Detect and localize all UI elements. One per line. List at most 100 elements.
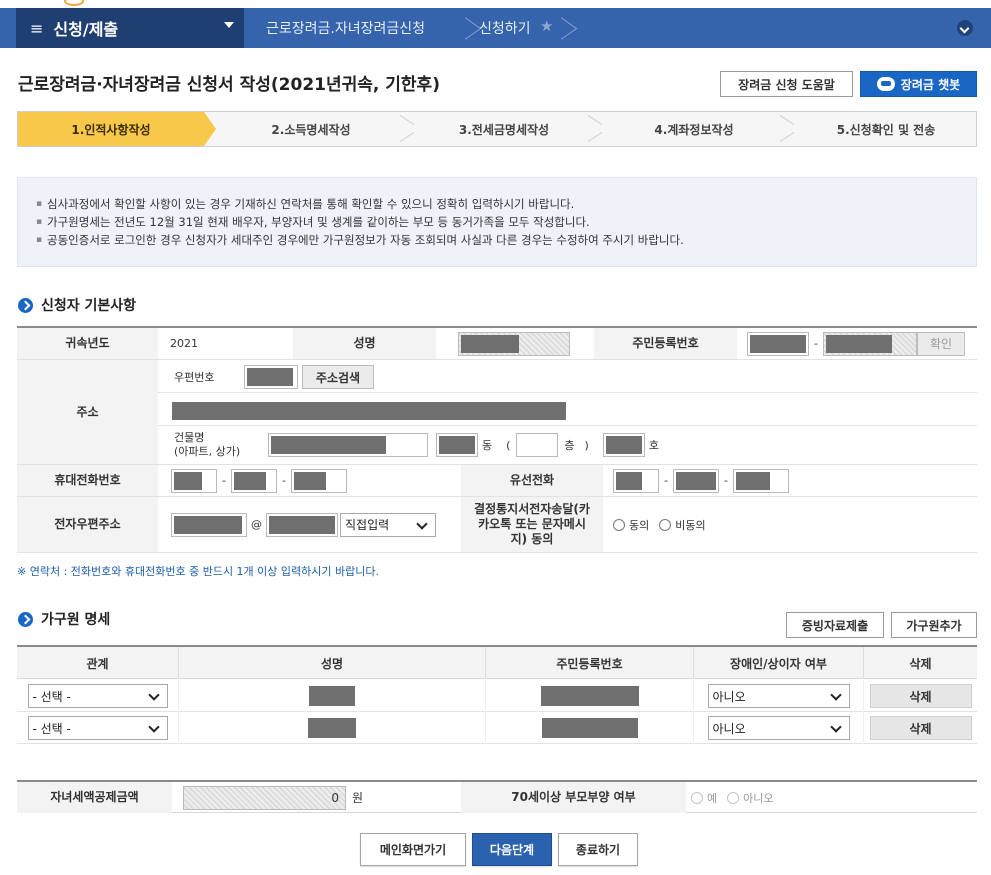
chatbot-icon xyxy=(876,77,895,91)
breadcrumb-apply[interactable]: 신청하기 xyxy=(479,8,531,48)
mobile-3-input[interactable] xyxy=(290,468,347,493)
rrn-cell: - 확인 xyxy=(747,328,967,359)
top-navigation: ≡ 신청/제출 근로장려금.자녀장려금신청 신청하기 ★ xyxy=(0,0,991,48)
parent-yes-label: 예 xyxy=(707,791,718,805)
family-name-masked xyxy=(309,686,355,706)
name-field-cell xyxy=(458,328,570,359)
main-page-button[interactable]: 메인화면가기 xyxy=(360,833,466,866)
zip-input[interactable] xyxy=(244,365,298,389)
rrn-label: 주민등록번호 xyxy=(594,328,737,359)
col-rrn: 주민등록번호 xyxy=(486,647,694,679)
year-label: 귀속년도 xyxy=(17,328,158,359)
disagree-radio[interactable] xyxy=(659,518,672,531)
name-masked xyxy=(461,334,519,353)
relation-select[interactable]: - 선택 - xyxy=(27,684,168,708)
help-button[interactable]: 장려금 신청 도움말 xyxy=(720,71,853,97)
agree-radio[interactable] xyxy=(613,518,625,531)
dash: - xyxy=(281,474,286,487)
chatbot-button[interactable]: 장려금 챗봇 xyxy=(860,71,977,97)
table-row: - 선택 - 아니오 삭제 xyxy=(17,680,977,712)
phone-2-input[interactable] xyxy=(672,468,719,493)
year-value: 2021 xyxy=(170,337,198,350)
rrn-dash: - xyxy=(814,337,818,350)
family-name-masked xyxy=(308,718,356,738)
email-row: 전자우편주소 @ 직접입력 결정통지서전자송달(카카오톡 또는 문자메시지) 동… xyxy=(17,497,977,553)
step-separator xyxy=(588,112,602,146)
disabled-select[interactable]: 아니오 xyxy=(707,716,850,740)
step-5: 5.신청확인 및 전송 xyxy=(836,122,936,137)
disabled-select[interactable]: 아니오 xyxy=(707,684,850,708)
disagree-label: 비동의 xyxy=(675,518,706,532)
notice-item: 심사과정에서 확인할 사항이 있는 경우 기재하신 연락처를 통해 확인할 수 … xyxy=(36,195,976,213)
floor-input[interactable] xyxy=(516,433,559,457)
address-search-button[interactable]: 주소검색 xyxy=(302,365,374,389)
dash: - xyxy=(222,474,226,487)
breadcrumb-apply-type[interactable]: 근로장려금.자녀장려금신청 xyxy=(266,8,425,48)
proof-submit-button[interactable]: 증빙자료제출 xyxy=(786,612,884,638)
year-row: 귀속년도 2021 성명 주민등록번호 - 확인 xyxy=(17,328,977,360)
address-label: 주소 xyxy=(17,360,158,464)
rrn-front-input[interactable] xyxy=(747,331,809,356)
rrn-back-input[interactable] xyxy=(822,331,917,356)
menu-dropdown[interactable]: ≡ 신청/제출 xyxy=(16,8,244,48)
email-domain-input[interactable] xyxy=(266,512,338,537)
col-relation: 관계 xyxy=(17,647,179,679)
ho-input[interactable] xyxy=(602,433,645,457)
ho-label: 호 xyxy=(648,439,659,452)
mobile-1-input[interactable] xyxy=(171,468,217,493)
step-4: 4.계좌정보작성 xyxy=(654,122,734,137)
building-input[interactable] xyxy=(268,433,428,457)
child-credit-row: 자녀세액공제금액 0 원 70세이상 부모부양 여부 예 아니오 xyxy=(17,780,977,813)
email-id-input[interactable] xyxy=(171,512,247,537)
step-separator xyxy=(400,112,414,146)
step-arrow xyxy=(204,112,216,146)
floor-label: 층 xyxy=(564,439,575,452)
building-sublabel: (아파트, 상가) xyxy=(174,445,241,458)
dropdown-caret-icon xyxy=(224,22,234,28)
rrn-confirm-button[interactable]: 확인 xyxy=(916,331,965,356)
hamburger-icon: ≡ xyxy=(30,18,44,38)
family-table-header: 관계 성명 주민등록번호 장애인/상이자 여부 삭제 xyxy=(17,647,977,679)
breadcrumb-chevron-icon xyxy=(458,8,472,48)
applicant-form: 귀속년도 2021 성명 주민등록번호 - 확인 주소 우편번호 주소검색 건물… xyxy=(17,326,977,553)
mobile-2-input[interactable] xyxy=(230,468,277,493)
phone-1-input[interactable] xyxy=(613,468,659,493)
col-name: 성명 xyxy=(179,647,486,679)
family-section-title: 가구원 명세 xyxy=(18,609,110,629)
col-disabled: 장애인/상이자 여부 xyxy=(694,647,864,679)
applicant-section-title: 신청자 기본사항 xyxy=(18,295,136,315)
floor-open: ( xyxy=(506,438,511,452)
exit-button[interactable]: 종료하기 xyxy=(558,833,638,866)
relation-select[interactable]: - 선택 - xyxy=(27,716,168,740)
credit-label: 자녀세액공제금액 xyxy=(17,782,172,813)
next-step-button[interactable]: 다음단계 xyxy=(472,833,552,866)
menu-title: 신청/제출 xyxy=(53,20,119,39)
address-line-cell xyxy=(172,400,566,422)
delete-row-button[interactable]: 삭제 xyxy=(869,716,972,740)
add-family-button[interactable]: 가구원추가 xyxy=(891,612,977,638)
parent-support-cell: 예 아니오 xyxy=(691,782,774,813)
delete-row-button[interactable]: 삭제 xyxy=(869,684,972,708)
kakao-consent-cell: 동의 비동의 xyxy=(613,497,706,552)
contact-note: ※ 연락처 : 전화번호와 휴대전화번호 중 반드시 1개 이상 입력하시기 바… xyxy=(17,565,379,578)
step-progress: 1.인적사항작성 2.소득명세작성 3.전세금명세작성 4.계좌정보작성 5.신… xyxy=(17,111,977,147)
family-table: 관계 성명 주민등록번호 장애인/상이자 여부 삭제 - 선택 - 아니오 삭제… xyxy=(17,645,977,744)
zip-label: 우편번호 xyxy=(174,371,215,384)
email-domain-select[interactable]: 직접입력 xyxy=(340,512,436,537)
top-strip xyxy=(0,0,991,8)
phone-cell: - - xyxy=(613,465,789,496)
email-label: 전자우편주소 xyxy=(17,497,158,552)
parent-yes-radio[interactable] xyxy=(691,791,703,804)
email-at: @ xyxy=(251,518,262,531)
mobile-label: 휴대전화번호 xyxy=(17,465,158,496)
expand-circle-icon[interactable] xyxy=(957,20,973,36)
parent-no-radio[interactable] xyxy=(727,791,740,804)
name-label: 성명 xyxy=(293,328,436,359)
page-title: 근로장려금·자녀장려금 신청서 작성(2021년귀속, 기한후) xyxy=(18,75,440,95)
step-3: 3.전세금명세작성 xyxy=(458,122,550,137)
dong-input[interactable] xyxy=(436,433,478,457)
notice-item: 공동인증서로 로그인한 경우 신청자가 세대주인 경우에만 가구원정보가 자동 … xyxy=(36,231,976,249)
phone-3-input[interactable] xyxy=(732,468,789,493)
name-field xyxy=(458,331,570,356)
notice-box: 심사과정에서 확인할 사항이 있는 경우 기재하신 연락처를 통해 확인할 수 … xyxy=(17,177,977,267)
